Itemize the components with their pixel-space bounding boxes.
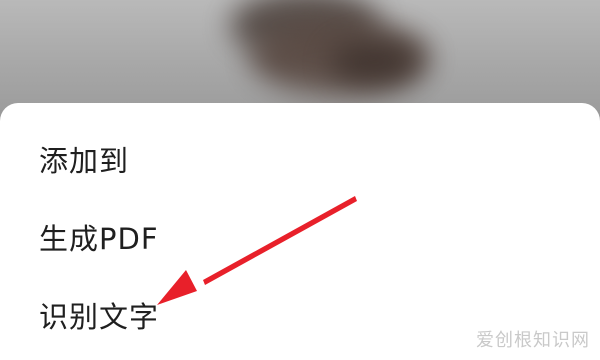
blurred-photo-background (0, 0, 600, 110)
action-menu-sheet: 添加到 生成PDF 识别文字 (0, 103, 600, 360)
screenshot-stage: 添加到 生成PDF 识别文字 爱创根知识网 (0, 0, 600, 360)
menu-item-recognize-text[interactable]: 识别文字 (39, 294, 159, 336)
blurred-photo-area (330, 40, 420, 85)
menu-item-add-to[interactable]: 添加到 (39, 138, 129, 180)
menu-item-generate-pdf[interactable]: 生成PDF (39, 216, 159, 258)
site-watermark: 爱创根知识网 (476, 330, 590, 351)
